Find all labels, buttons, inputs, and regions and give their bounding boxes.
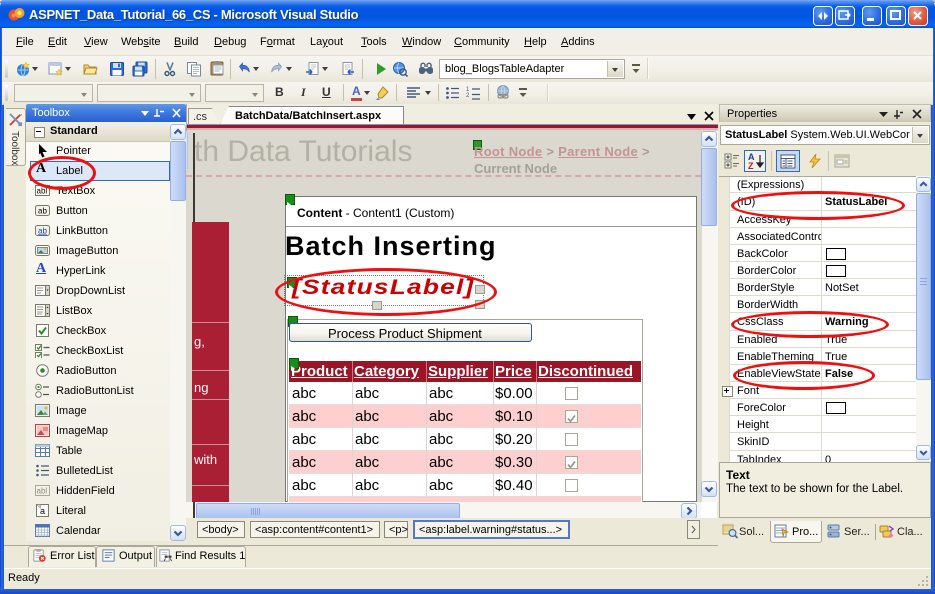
svg-text:a: a [40, 506, 45, 516]
svg-text:ab: ab [38, 227, 47, 236]
svg-text:ab: ab [38, 207, 47, 216]
svg-text:abl: abl [37, 487, 48, 496]
svg-text:2: 2 [466, 93, 470, 99]
